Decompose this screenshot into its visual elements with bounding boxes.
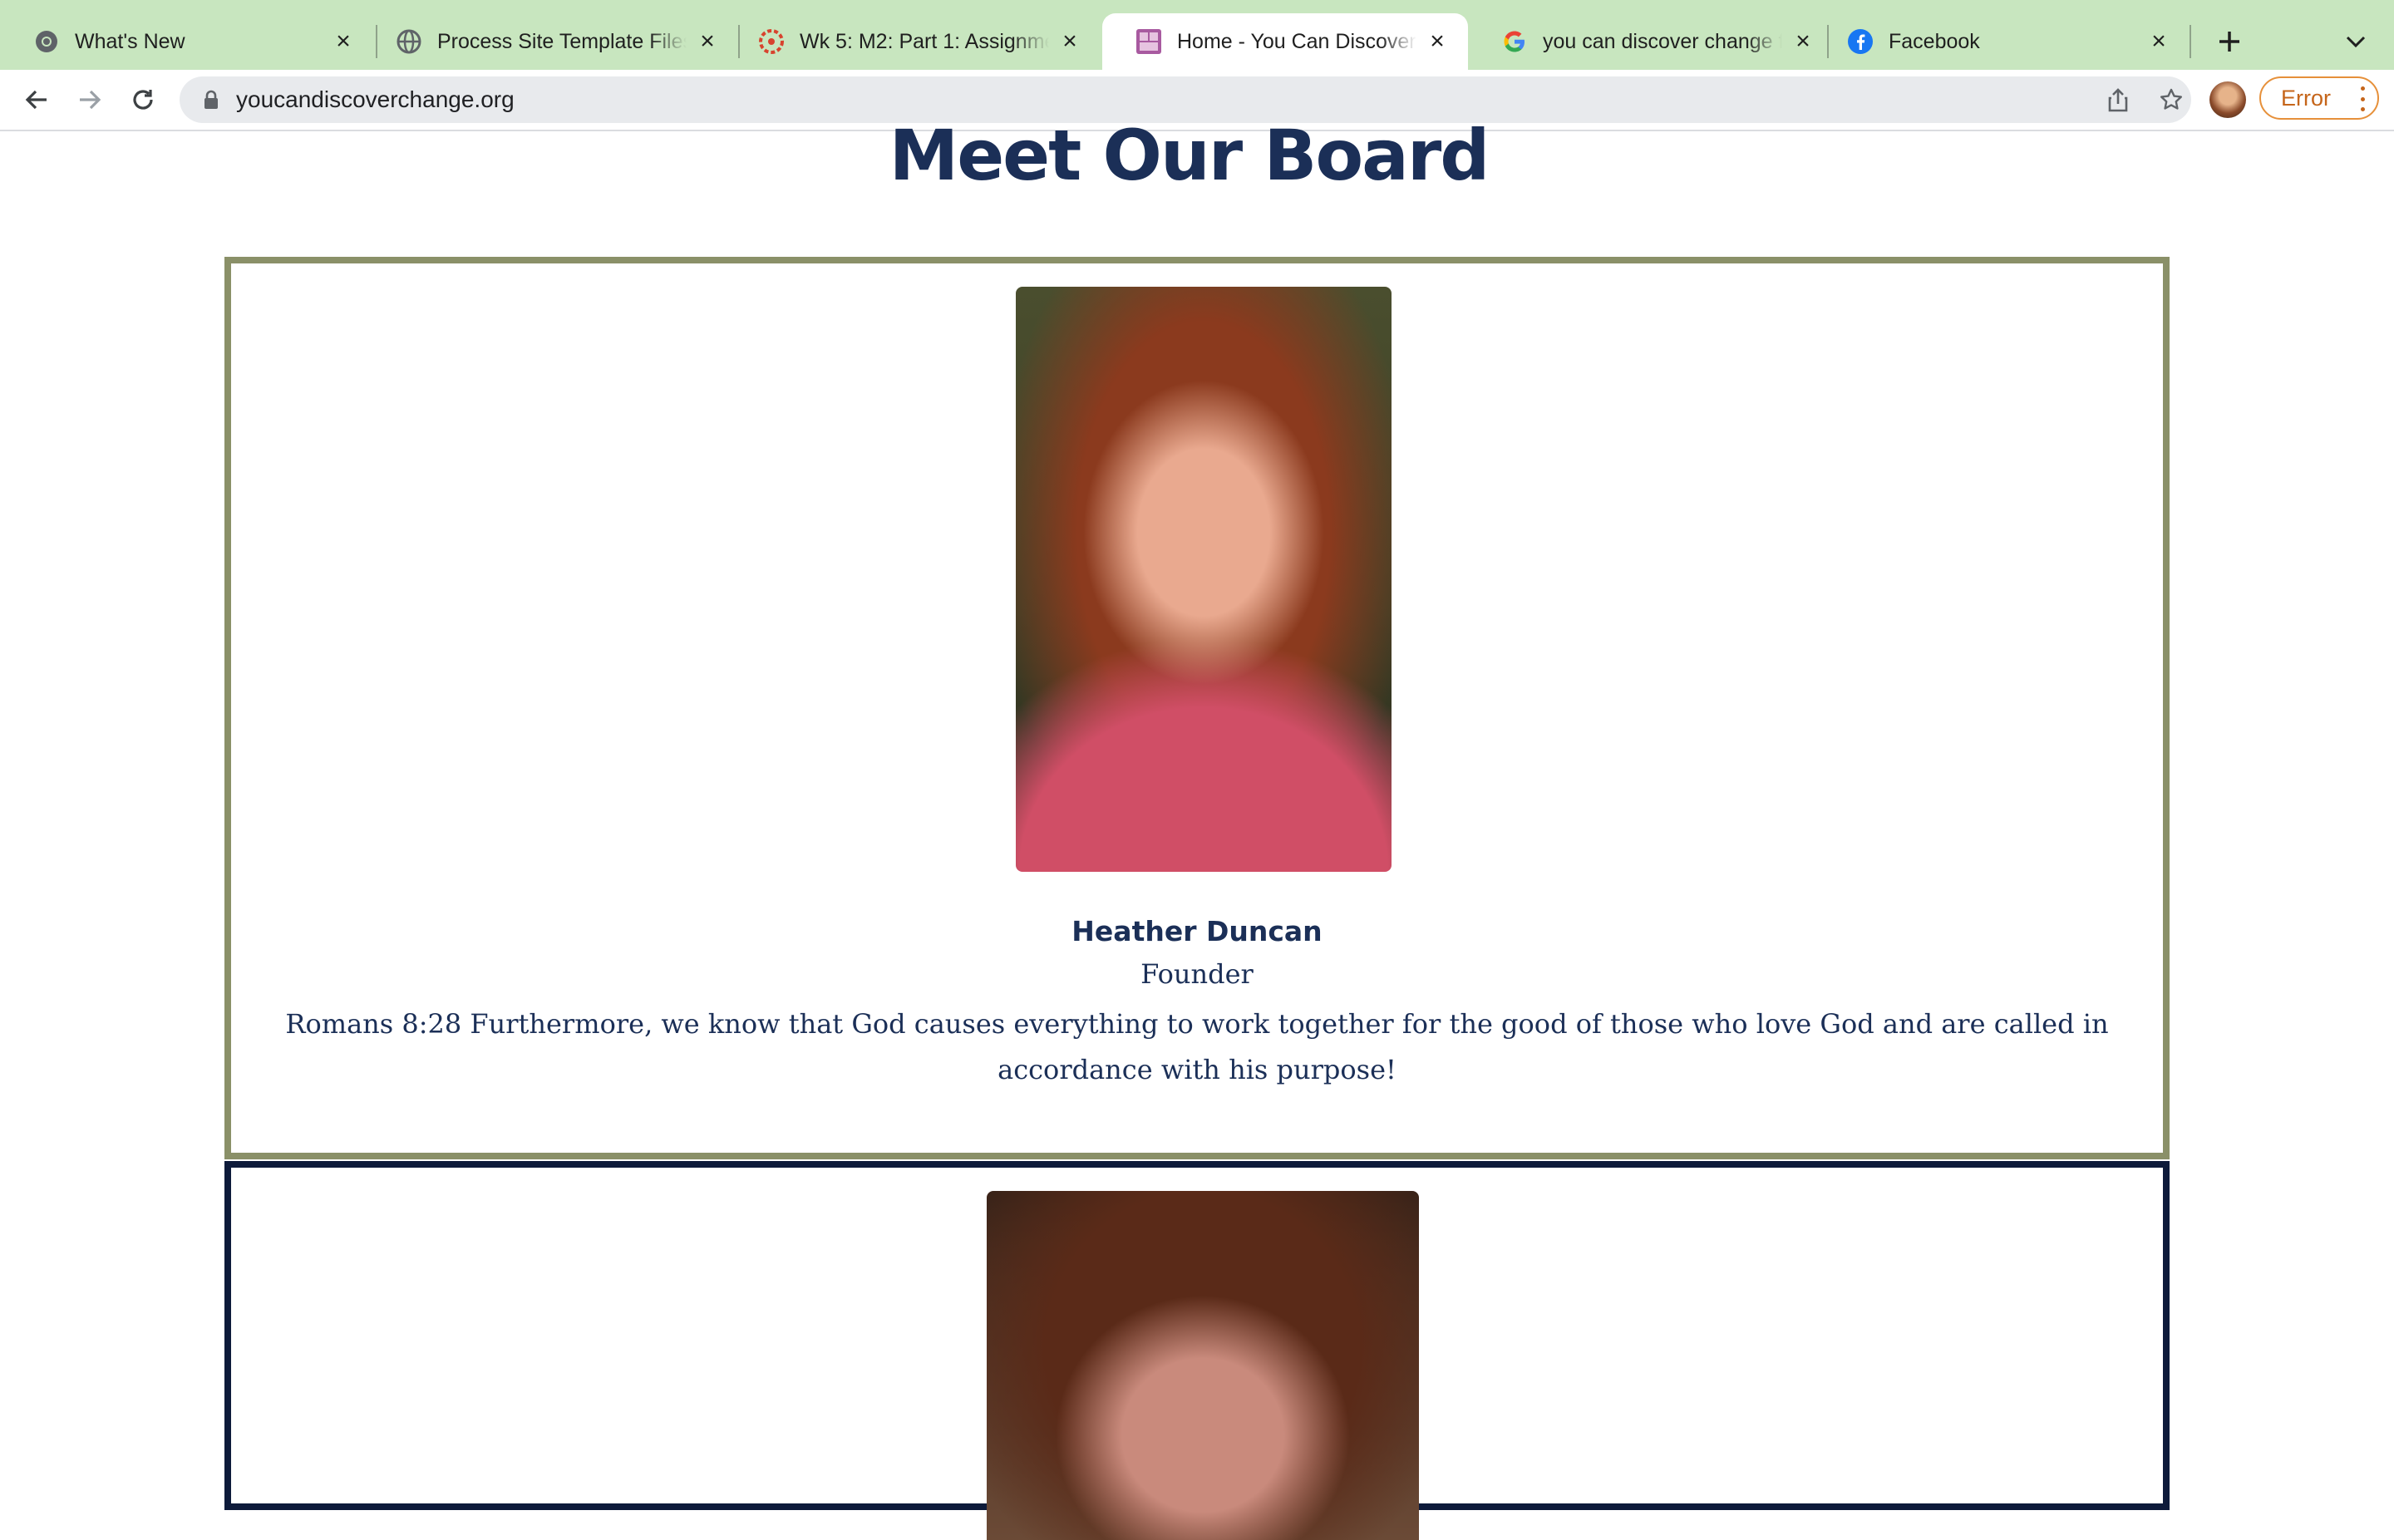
- close-icon[interactable]: ×: [1057, 29, 1082, 54]
- plus-icon: [2219, 32, 2239, 52]
- tab-title: Wk 5: M2: Part 1: Assignment: [800, 29, 1049, 53]
- chevron-down-icon: [2346, 36, 2366, 48]
- tab-divider: [2190, 25, 2191, 58]
- site-grid-icon: [1135, 28, 1162, 55]
- lock-icon[interactable]: [200, 88, 223, 111]
- canvas-icon: [758, 28, 785, 55]
- new-tab-button[interactable]: [2208, 20, 2251, 63]
- reload-icon: [133, 90, 153, 110]
- tab-facebook[interactable]: Facebook ×: [1814, 13, 2190, 70]
- tab-home-you-can-discover-change[interactable]: Home - You Can Discover Change ×: [1102, 13, 1468, 70]
- kebab-menu-icon: [2359, 86, 2366, 111]
- tab-process-site-template[interactable]: Process Site Template Files ×: [362, 13, 738, 70]
- tab-title: Facebook: [1889, 29, 1980, 53]
- close-icon[interactable]: ×: [695, 29, 720, 54]
- close-icon[interactable]: ×: [331, 29, 356, 54]
- tab-title: Home - You Can Discover Change: [1177, 29, 1416, 53]
- profile-error-button[interactable]: Error: [2259, 76, 2379, 120]
- page-title: Meet Our Board: [889, 115, 1490, 196]
- profile-avatar[interactable]: [2209, 81, 2246, 118]
- board-member-card: [224, 1161, 2170, 1540]
- facebook-icon: [1847, 28, 1874, 55]
- google-icon: [1501, 28, 1528, 55]
- tab-title: What's New: [75, 29, 185, 53]
- arrow-right-icon: [80, 90, 101, 110]
- member-quote: Romans 8:28 Furthermore, we know that Go…: [285, 1008, 2109, 1085]
- tab-wk5-assignment[interactable]: Wk 5: M2: Part 1: Assignment ×: [725, 13, 1101, 70]
- member-role: Founder: [1140, 958, 1254, 990]
- tab-strip: What's New × Process Site Template Files…: [0, 0, 2394, 70]
- portrait-photo: [987, 1191, 1419, 1540]
- share-icon[interactable]: [2105, 86, 2131, 113]
- arrow-left-icon: [25, 90, 47, 110]
- tab-google-search[interactable]: you can discover change for ×: [1468, 13, 1834, 70]
- globe-icon: [396, 28, 422, 55]
- bookmark-star-icon[interactable]: [2158, 86, 2185, 113]
- close-icon[interactable]: ×: [1425, 29, 1450, 54]
- board-member-card: Heather Duncan Founder Romans 8:28 Furth…: [224, 257, 2170, 1159]
- portrait-photo: [1016, 287, 1392, 872]
- tab-title: you can discover change for: [1543, 29, 1782, 53]
- tab-search-button[interactable]: [2337, 23, 2374, 60]
- member-name: Heather Duncan: [1071, 915, 1323, 947]
- chrome-icon: [33, 28, 60, 55]
- close-icon[interactable]: ×: [1791, 29, 1815, 54]
- close-icon[interactable]: ×: [2146, 29, 2171, 54]
- tab-whats-new[interactable]: What's New ×: [0, 13, 374, 70]
- error-label: Error: [2281, 85, 2331, 111]
- tab-title: Process Site Template Files: [437, 29, 687, 53]
